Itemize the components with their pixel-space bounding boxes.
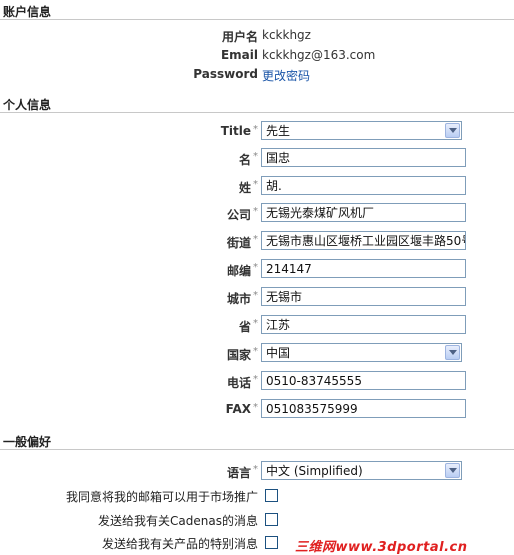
- zip-field[interactable]: 214147: [261, 259, 466, 278]
- street-field[interactable]: 无锡市惠山区堰桥工业园区堰丰路50号: [261, 231, 466, 250]
- preferences-section-title: 一般偏好: [3, 435, 52, 449]
- required-mark: *: [253, 179, 258, 190]
- company-label-text: 公司: [226, 208, 251, 222]
- title-select[interactable]: 先生: [261, 121, 462, 140]
- zip-label-text: 邮编: [226, 264, 251, 278]
- country-select-value: 中国: [266, 346, 291, 360]
- username-label: 用户名: [221, 30, 258, 44]
- required-mark: *: [253, 206, 258, 217]
- section-divider: [0, 449, 514, 450]
- firstname-label: 名 *: [239, 151, 258, 168]
- password-label: Password: [193, 67, 258, 81]
- company-label: 公司 *: [227, 206, 258, 223]
- section-divider: [0, 112, 514, 113]
- marketing-consent-checkbox[interactable]: [265, 489, 278, 502]
- country-select[interactable]: 中国: [261, 343, 462, 362]
- firstname-label-text: 名: [238, 153, 251, 167]
- province-label: 省 *: [239, 318, 258, 335]
- street-label: 街道 *: [227, 234, 258, 251]
- email-label: Email: [220, 48, 258, 62]
- phone-field[interactable]: 0510-83745555: [261, 371, 466, 390]
- chevron-down-icon[interactable]: [445, 463, 460, 478]
- required-mark: *: [253, 290, 258, 301]
- company-field[interactable]: 无锡光泰煤矿风机厂: [261, 203, 466, 222]
- fax-label: FAX *: [226, 402, 258, 416]
- title-label-text: Title: [220, 124, 251, 138]
- email-value: kckkhgz@163.com: [262, 48, 376, 62]
- language-label-text: 语言: [226, 466, 251, 480]
- country-label-text: 国家: [226, 348, 251, 362]
- required-mark: *: [253, 234, 258, 245]
- city-label-text: 城市: [226, 292, 251, 306]
- required-mark: *: [253, 262, 258, 273]
- lastname-field[interactable]: 胡.: [261, 176, 466, 195]
- chevron-down-icon[interactable]: [445, 123, 460, 138]
- required-mark: *: [253, 402, 258, 413]
- fax-field[interactable]: 051083575999: [261, 399, 466, 418]
- section-divider: [0, 19, 514, 20]
- required-mark: *: [253, 151, 258, 162]
- lastname-label-text: 姓: [238, 181, 251, 195]
- required-mark: *: [253, 374, 258, 385]
- cadenas-news-label: 发送给我有关Cadenas的消息: [98, 514, 258, 528]
- phone-label-text: 电话: [226, 376, 251, 390]
- language-select[interactable]: 中文 (Simplified): [261, 461, 462, 480]
- language-label: 语言 *: [227, 464, 258, 481]
- marketing-consent-label: 我同意将我的邮箱可以用于市场推广: [65, 490, 258, 504]
- watermark: 三维网www.3dportal.cn: [295, 540, 468, 555]
- street-label-text: 街道: [226, 236, 251, 250]
- username-value: kckkhgz: [262, 28, 311, 42]
- language-select-value: 中文 (Simplified): [266, 464, 363, 478]
- city-field[interactable]: 无锡市: [261, 287, 466, 306]
- country-label: 国家 *: [227, 346, 258, 363]
- change-password-link[interactable]: 更改密码: [262, 67, 310, 84]
- title-select-value: 先生: [266, 124, 291, 138]
- city-label: 城市 *: [227, 290, 258, 307]
- province-label-text: 省: [238, 320, 251, 334]
- required-mark: *: [253, 464, 258, 475]
- cadenas-news-checkbox[interactable]: [265, 513, 278, 526]
- product-offers-label: 发送给我有关产品的特别消息: [101, 537, 258, 551]
- required-mark: *: [253, 318, 258, 329]
- firstname-field[interactable]: 国忠: [261, 148, 466, 167]
- title-label: Title *: [221, 124, 258, 138]
- account-section-title: 账户信息: [3, 5, 52, 19]
- chevron-down-icon[interactable]: [445, 345, 460, 360]
- required-mark: *: [253, 346, 258, 357]
- fax-label-text: FAX: [225, 402, 251, 416]
- province-field[interactable]: 江苏: [261, 315, 466, 334]
- lastname-label: 姓 *: [239, 179, 258, 196]
- product-offers-checkbox[interactable]: [265, 536, 278, 549]
- required-mark: *: [253, 124, 258, 135]
- zip-label: 邮编 *: [227, 262, 258, 279]
- personal-section-title: 个人信息: [3, 98, 52, 112]
- phone-label: 电话 *: [227, 374, 258, 391]
